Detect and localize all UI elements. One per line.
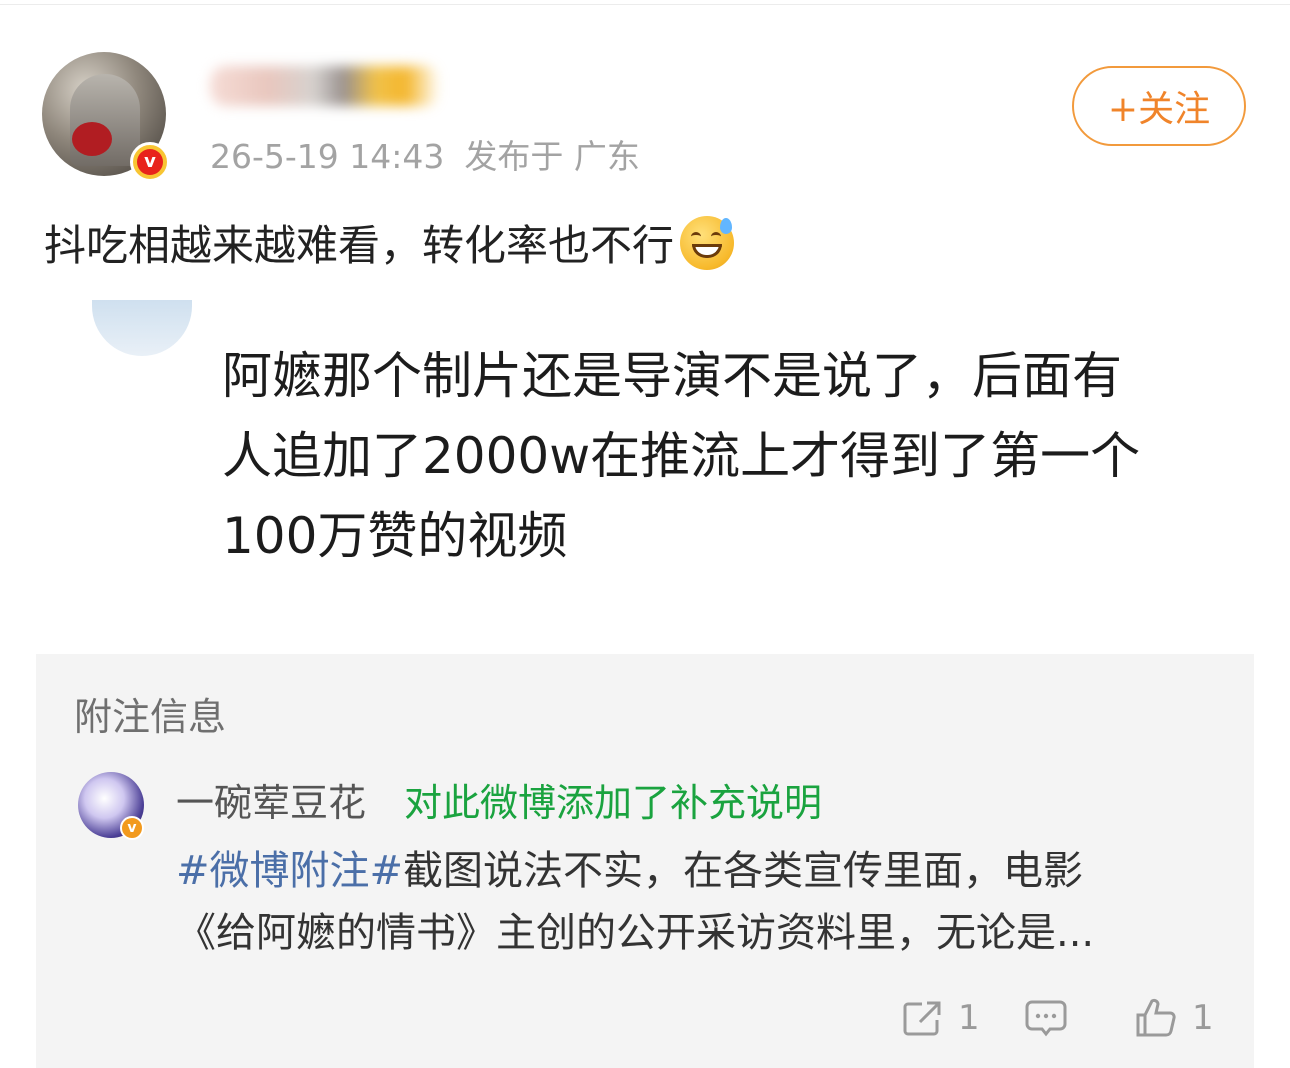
- sweat-smile-emoji-icon: [680, 215, 735, 270]
- note-body-line1: #微博附注#截图说法不实，在各类宣传里面，电影: [176, 840, 1196, 902]
- note-body-text: 截图说法不实，在各类宣传里面，电影: [403, 848, 1084, 894]
- quoted-line: 阿嬷那个制片还是导演不是说了，后面有: [222, 347, 1122, 405]
- top-divider: [0, 4, 1290, 5]
- quoted-line: 人追加了2000w在推流上才得到了第一个: [222, 427, 1141, 485]
- quoted-comment-text: 阿嬷那个制片还是导演不是说了，后面有 人追加了2000w在推流上才得到了第一个 …: [222, 336, 1202, 576]
- verified-badge-icon: v: [130, 142, 170, 182]
- note-hashtag[interactable]: #微博附注#: [176, 848, 403, 894]
- post-meta: 26-5-19 14:43 发布于 广东: [210, 130, 640, 178]
- share-icon: [903, 1001, 941, 1036]
- note-title: 附注信息: [74, 695, 227, 739]
- share-button[interactable]: 1: [902, 996, 980, 1040]
- post-text-content: 抖吃相越来越难看，转化率也不行: [44, 221, 675, 270]
- follow-button[interactable]: +关注: [1072, 66, 1246, 146]
- note-verified-badge-icon: v: [120, 816, 144, 840]
- note-author-name[interactable]: 一碗荤豆花: [176, 772, 366, 827]
- post-location: 发布于 广东: [464, 137, 640, 176]
- share-count: 1: [958, 998, 980, 1038]
- note-action-text: 对此微博添加了补充说明: [404, 781, 823, 825]
- note-panel: 附注信息 v 一碗荤豆花 对此微博添加了补充说明 #微博附注#截图说法不实，在各…: [36, 654, 1254, 1068]
- username-blurred[interactable]: [210, 66, 440, 106]
- thumbs-up-icon: [1136, 998, 1176, 1037]
- quoted-avatar-crop: [92, 300, 192, 356]
- post-text: 抖吃相越来越难看，转化率也不行: [44, 212, 735, 273]
- avatar-red-object: [72, 122, 112, 156]
- note-body-line2: 《给阿嬷的情书》主创的公开采访资料里，无论是...: [176, 910, 1095, 956]
- comment-button[interactable]: [1024, 996, 1068, 1040]
- like-button[interactable]: 1: [1134, 996, 1214, 1040]
- note-body[interactable]: #微博附注#截图说法不实，在各类宣传里面，电影 《给阿嬷的情书》主创的公开采访资…: [176, 840, 1196, 964]
- quoted-line: 100万赞的视频: [222, 507, 568, 565]
- comment-icon: [1025, 1000, 1067, 1037]
- post-timestamp: 26-5-19 14:43: [210, 137, 445, 176]
- like-count: 1: [1192, 998, 1214, 1038]
